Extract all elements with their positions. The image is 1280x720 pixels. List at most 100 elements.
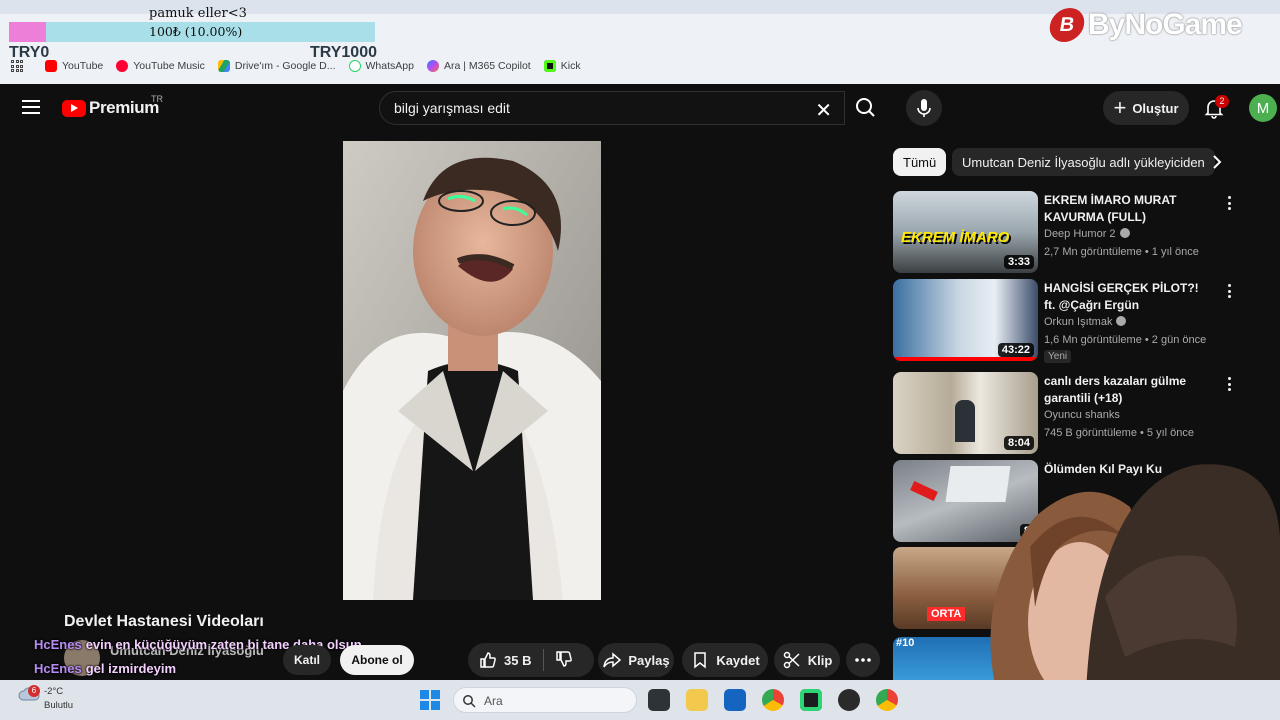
chat-username: HcEnes (34, 637, 82, 652)
search-icon (463, 695, 476, 708)
app-icon[interactable] (838, 689, 860, 711)
recommended-video[interactable]: 43:22 HANGİSİ GERÇEK PİLOT?! ft. @Çağrı … (893, 279, 1233, 363)
chat-text: gel izmirdeyim (85, 661, 177, 676)
watch-progress-bar (893, 357, 1038, 361)
video-player[interactable] (343, 141, 601, 600)
create-button[interactable]: + Oluştur (1103, 91, 1189, 125)
scissors-icon (783, 651, 800, 669)
search-icon (856, 98, 875, 117)
youtube-play-icon (62, 99, 86, 117)
weather-temperature: -2°C (44, 686, 64, 697)
taskbar-search-input[interactable]: Ara (453, 687, 637, 713)
app-icon[interactable] (800, 689, 822, 711)
like-count: 35 B (504, 652, 532, 668)
donation-progress-bar: 100₺ (10.00%) (9, 22, 375, 42)
windows-taskbar (0, 680, 1280, 720)
chip-uploader[interactable]: Umutcan Deniz İlyasoğlu adlı yükleyicide… (952, 148, 1215, 176)
task-view-icon[interactable] (648, 689, 670, 711)
weather-alert-badge: 6 (28, 685, 40, 697)
account-avatar[interactable]: M (1249, 94, 1277, 122)
file-explorer-icon[interactable] (686, 689, 708, 711)
microphone-icon (917, 99, 931, 117)
channel-name[interactable]: Oyuncu shanks (1044, 409, 1120, 421)
donation-goal-widget: pamuk eller<3 100₺ (10.00%) TRY0 TRY1000 (9, 4, 377, 62)
save-label: Kaydet (716, 652, 760, 668)
video-thumbnail[interactable]: 43:22 (893, 279, 1038, 361)
thumbnail-caption: EKREM İMARO (901, 229, 1010, 246)
youtube-logo[interactable]: Premium (62, 98, 159, 118)
watermark-text: ByNoGame (1088, 8, 1243, 41)
share-icon (603, 652, 622, 668)
share-button[interactable]: Paylaş (598, 643, 674, 677)
channel-name[interactable]: Deep Humor 2 (1044, 228, 1130, 240)
video-title: Devlet Hastanesi Videoları (64, 613, 264, 630)
video-thumbnail[interactable]: 8:04 (893, 372, 1038, 454)
search-button[interactable] (845, 91, 887, 125)
plus-icon: + (1113, 95, 1127, 120)
chevron-right-icon[interactable] (1208, 153, 1226, 171)
video-duration: 43:22 (997, 343, 1034, 357)
video-duration: 3:33 (1003, 255, 1034, 269)
kick-icon (543, 60, 556, 72)
donation-goal-name: pamuk eller<3 (149, 6, 247, 21)
verified-icon (1119, 228, 1130, 238)
thumbs-down-icon (556, 650, 573, 667)
verified-icon (1116, 316, 1127, 326)
video-title[interactable]: canlı ders kazaları gülme garantili (+18… (1044, 373, 1209, 407)
channel-watermark: B ByNoGame (1047, 3, 1280, 47)
donation-progress-fill (9, 22, 46, 42)
divider (543, 649, 545, 671)
more-actions-button[interactable] (846, 643, 880, 677)
channel-name[interactable]: Orkun Işıtmak (1044, 316, 1127, 328)
watermark-logo-icon: B (1047, 8, 1087, 42)
subscribe-button[interactable]: Abone ol (340, 645, 414, 675)
search-input[interactable]: bilgi yarışması edit ✕ (379, 91, 845, 125)
bookmark-copilot[interactable]: Ara | M365 Copilot (426, 60, 531, 72)
youtube-logo-text: Premium (89, 98, 159, 117)
donation-min-label: TRY0 (9, 44, 50, 61)
thumbnail-person (955, 400, 975, 442)
thumbnail-caption: #10 (896, 637, 915, 649)
video-title[interactable]: HANGİSİ GERÇEK PİLOT?! ft. @Çağrı Ergün (1044, 280, 1209, 314)
more-horizontal-icon (855, 658, 871, 662)
youtube-header: Premium TR bilgi yarışması edit ✕ + Oluş… (0, 84, 1280, 132)
more-vertical-icon[interactable] (1228, 196, 1232, 213)
video-meta: 1,6 Mn görüntüleme • 2 gün önce (1044, 334, 1207, 346)
browser-chrome: YouTube YouTube Music Drive'ım - Google … (0, 0, 1280, 84)
like-dislike-group: 35 B (468, 643, 594, 677)
video-meta: 745 B görüntüleme • 5 yıl önce (1044, 427, 1194, 439)
clip-button[interactable]: Klip (774, 643, 840, 677)
join-button[interactable]: Katıl (283, 645, 331, 675)
menu-icon[interactable] (22, 100, 40, 114)
donation-max-label: TRY1000 (310, 44, 377, 61)
bookmark-icon (694, 652, 707, 669)
save-button[interactable]: Kaydet (682, 643, 768, 677)
clear-search-icon[interactable]: ✕ (815, 98, 832, 123)
chrome-icon[interactable] (876, 689, 898, 711)
voice-search-button[interactable] (906, 90, 942, 126)
share-label: Paylaş (628, 652, 670, 668)
chat-message: HcEnes gel izmirdeyim (34, 661, 176, 676)
chat-username: HcEnes (34, 661, 82, 676)
red-arrow-icon (910, 480, 938, 502)
video-meta: 2,7 Mn görüntüleme • 1 yıl önce (1044, 246, 1199, 258)
chrome-icon[interactable] (762, 689, 784, 711)
microsoft-store-icon[interactable] (724, 689, 746, 711)
dislike-button[interactable] (554, 649, 574, 672)
new-badge: Yeni (1044, 350, 1072, 363)
search-query: bilgi yarışması edit (394, 100, 510, 116)
weather-description: Bulutlu (44, 700, 74, 711)
thumbs-up-icon (480, 652, 496, 668)
chip-all[interactable]: Tümü (893, 148, 947, 176)
video-thumbnail[interactable]: EKREM İMARO 3:33 (893, 191, 1038, 273)
more-vertical-icon[interactable] (1228, 377, 1232, 394)
bookmark-kick[interactable]: Kick (543, 60, 581, 72)
more-vertical-icon[interactable] (1228, 284, 1232, 301)
donation-progress-text: 100₺ (10.00%) (149, 24, 243, 39)
recommended-video[interactable]: 8:04 canlı ders kazaları gülme garantili… (893, 372, 1233, 454)
recommended-video[interactable]: EKREM İMARO 3:33 EKREM İMARO MURAT KAVUR… (893, 191, 1233, 273)
windows-start-icon[interactable] (420, 690, 440, 710)
clip-label: Klip (807, 652, 833, 668)
like-button[interactable]: 35 B (478, 650, 531, 670)
video-title[interactable]: EKREM İMARO MURAT KAVURMA (FULL) (1044, 192, 1209, 226)
